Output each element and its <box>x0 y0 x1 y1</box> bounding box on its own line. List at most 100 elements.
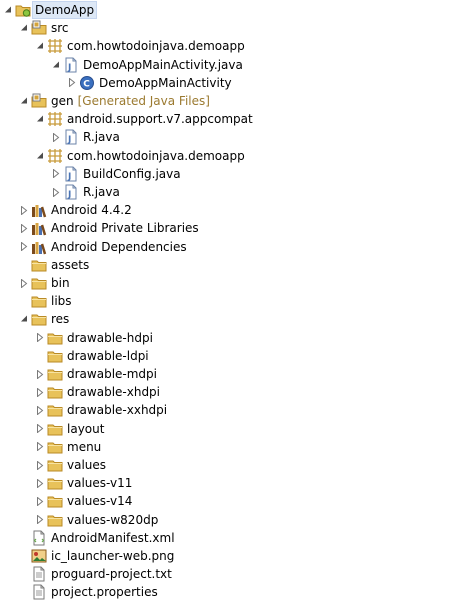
tree-item[interactable]: bin <box>19 275 70 291</box>
collapse-arrow-icon[interactable] <box>35 38 45 54</box>
folder-icon <box>47 493 63 509</box>
tree-item-label: values-w820dp <box>67 512 159 527</box>
tree-item[interactable]: menu <box>35 439 101 455</box>
tree-item-label: BuildConfig.java <box>83 166 181 181</box>
folder-icon <box>47 457 63 473</box>
no-arrow <box>19 548 29 564</box>
tree-item-label: com.howtodoinjava.demoapp <box>67 148 245 163</box>
folder-icon <box>31 293 47 309</box>
tree-item[interactable]: drawable-xhdpi <box>35 384 160 400</box>
tree-item-label: AndroidManifest.xml <box>51 530 175 545</box>
expand-arrow-icon[interactable] <box>35 457 45 473</box>
no-arrow <box>19 257 29 273</box>
expand-arrow-icon[interactable] <box>67 75 77 91</box>
tree-item-label: menu <box>67 439 102 454</box>
tree-item[interactable]: values-v11 <box>35 475 132 491</box>
tree-item[interactable]: Android Dependencies <box>19 239 187 255</box>
tree-item-label: DemoAppMainActivity.java <box>83 57 243 72</box>
library-icon <box>31 220 47 236</box>
tree-item[interactable]: drawable-hdpi <box>35 330 153 346</box>
xml-file-icon <box>31 530 47 546</box>
tree-item[interactable]: J R.java <box>51 184 120 200</box>
folder-icon <box>47 330 63 346</box>
folder-icon <box>31 257 47 273</box>
no-arrow <box>19 293 29 309</box>
expand-arrow-icon[interactable] <box>35 421 45 437</box>
tree-item[interactable]: ic_launcher-web.png <box>19 548 174 564</box>
svg-text:C: C <box>83 79 90 89</box>
tree-item-label: Android 4.4.2 <box>51 203 132 218</box>
java-file-icon: J <box>63 184 79 200</box>
expand-arrow-icon[interactable] <box>35 493 45 509</box>
tree-item[interactable]: assets <box>19 257 89 273</box>
folder-icon <box>47 348 63 364</box>
tree-item[interactable]: J BuildConfig.java <box>51 166 181 182</box>
tree-item[interactable]: src <box>19 20 69 36</box>
expand-arrow-icon[interactable] <box>35 366 45 382</box>
tree-item[interactable]: proguard-project.txt <box>19 566 172 582</box>
expand-arrow-icon[interactable] <box>35 439 45 455</box>
expand-arrow-icon[interactable] <box>35 330 45 346</box>
tree-item-label: drawable-xxhdpi <box>67 403 168 418</box>
package-icon <box>47 148 63 164</box>
tree-item-label: R.java <box>83 130 120 145</box>
tree-item-label: gen <box>51 94 74 108</box>
tree-item[interactable]: gen [Generated Java Files] <box>19 93 210 109</box>
expand-arrow-icon[interactable] <box>35 384 45 400</box>
folder-icon <box>47 439 63 455</box>
tree-item[interactable]: J DemoAppMainActivity.java <box>51 57 243 73</box>
collapse-arrow-icon[interactable] <box>35 111 45 127</box>
java-file-icon: J <box>63 129 79 145</box>
folder-icon <box>47 366 63 382</box>
expand-arrow-icon[interactable] <box>19 275 29 291</box>
expand-arrow-icon[interactable] <box>35 402 45 418</box>
image-file-icon <box>31 548 47 564</box>
folder-icon <box>47 421 63 437</box>
expand-arrow-icon[interactable] <box>35 512 45 528</box>
collapse-arrow-icon[interactable] <box>35 148 45 164</box>
tree-item[interactable]: android.support.v7.appcompat <box>35 111 253 127</box>
tree-item[interactable]: drawable-mdpi <box>35 366 157 382</box>
collapse-arrow-icon[interactable] <box>19 93 29 109</box>
folder-icon <box>31 311 47 327</box>
tree-item[interactable]: Android 4.4.2 <box>19 202 132 218</box>
tree-item[interactable]: com.howtodoinjava.demoapp <box>35 148 245 164</box>
tree-item[interactable]: AndroidManifest.xml <box>19 530 175 546</box>
tree-item-label: ic_launcher-web.png <box>51 549 175 563</box>
collapse-arrow-icon[interactable] <box>3 2 13 18</box>
expand-arrow-icon[interactable] <box>51 166 61 182</box>
tree-item[interactable]: values <box>35 457 106 473</box>
tree-item-label: Android Dependencies <box>51 239 187 254</box>
tree-item[interactable]: drawable-xxhdpi <box>35 402 167 418</box>
expand-arrow-icon[interactable] <box>19 220 29 236</box>
folder-icon <box>47 475 63 491</box>
tree-item[interactable]: layout <box>35 421 104 437</box>
tree-item[interactable]: values-v14 <box>35 493 132 509</box>
tree-item[interactable]: com.howtodoinjava.demoapp <box>35 38 245 54</box>
expand-arrow-icon[interactable] <box>51 184 61 200</box>
tree-item[interactable]: C DemoAppMainActivity <box>67 75 232 91</box>
expand-arrow-icon[interactable] <box>19 239 29 255</box>
tree-item[interactable]: J R.java <box>51 129 120 145</box>
tree-item[interactable]: res <box>19 311 69 327</box>
tree-item-label: bin <box>51 276 70 290</box>
tree-item-label: values <box>67 458 107 472</box>
expand-arrow-icon[interactable] <box>35 475 45 491</box>
expand-arrow-icon[interactable] <box>19 202 29 218</box>
project-explorer-tree: DemoApp src com.howtodoinjava.demoapp J Demo… <box>0 0 466 600</box>
tree-item-label: assets <box>51 257 90 272</box>
tree-item[interactable]: drawable-ldpi <box>35 348 149 364</box>
expand-arrow-icon[interactable] <box>51 129 61 145</box>
collapse-arrow-icon[interactable] <box>19 20 29 36</box>
collapse-arrow-icon[interactable] <box>51 57 61 73</box>
tree-item[interactable]: DemoApp <box>3 1 98 19</box>
tree-item-label: drawable-ldpi <box>67 348 149 363</box>
tree-item-label: DemoApp <box>32 1 98 19</box>
tree-item[interactable]: libs <box>19 293 72 309</box>
svg-text:J: J <box>67 172 71 182</box>
collapse-arrow-icon[interactable] <box>19 311 29 327</box>
tree-item-label: src <box>51 21 69 36</box>
tree-item-label: res <box>51 312 70 327</box>
tree-item[interactable]: Android Private Libraries <box>19 220 199 236</box>
tree-item[interactable]: values-w820dp <box>35 512 158 528</box>
